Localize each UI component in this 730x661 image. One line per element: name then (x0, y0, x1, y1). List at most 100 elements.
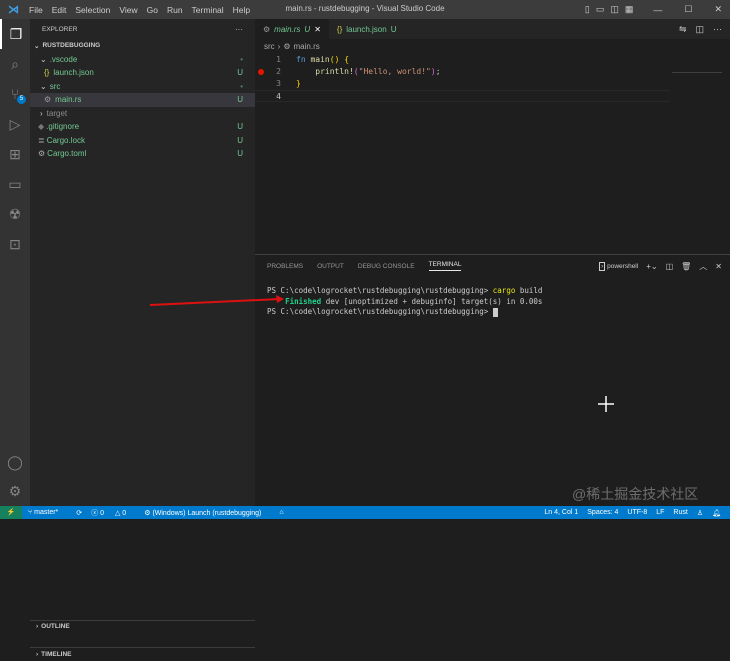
split-terminal-icon[interactable]: ◫ (666, 262, 674, 271)
remote-icon[interactable]: ⚡ (0, 506, 22, 519)
workspace-root[interactable]: ⌄ RUSTDEBUGGING (30, 39, 255, 53)
menu-run[interactable]: Run (167, 5, 183, 15)
new-terminal-icon[interactable]: +⌄ (646, 262, 657, 271)
problems-indicator[interactable]: ⓧ 0 △ 0 (91, 508, 135, 518)
menu-edit[interactable]: Edit (52, 5, 67, 15)
code-text: } (296, 79, 301, 88)
breadcrumb-src[interactable]: src (264, 42, 275, 51)
remote-explorer-icon[interactable]: ▭ (0, 169, 30, 199)
tab-output[interactable]: OUTPUT (317, 263, 344, 270)
extension-icon[interactable]: ☢ (0, 199, 30, 229)
close-tab-icon[interactable]: ✕ (314, 25, 321, 34)
tree-item-label: .gitignore (46, 122, 80, 132)
live-share-icon[interactable]: ⌂ (279, 509, 283, 516)
run-debug-icon[interactable]: ▷ (0, 109, 30, 139)
code-line: 1 fn main() { (255, 54, 730, 66)
minimap[interactable] (672, 72, 722, 76)
vscode-logo-icon: ⋊ (8, 4, 19, 16)
tree-item-label: .vscode (49, 54, 78, 64)
open-changes-icon[interactable]: ⇋ (679, 24, 687, 35)
settings-gear-icon[interactable]: ⚙ (0, 476, 30, 506)
kill-terminal-icon[interactable]: 🗑 (681, 262, 691, 271)
gear-file-icon: ⚙ (38, 149, 46, 159)
split-editor-icon[interactable]: ◫ (695, 24, 704, 35)
chevron-down-icon: ⌄ (34, 42, 40, 50)
explorer-title: EXPLORER (42, 25, 78, 33)
json-icon: {} (44, 68, 50, 78)
json-icon: {} (336, 24, 343, 34)
close-panel-icon[interactable]: ✕ (715, 262, 722, 271)
branch-indicator[interactable]: ⑂ master* (28, 509, 67, 516)
menu-go[interactable]: Go (147, 5, 158, 15)
terminal-icon[interactable]: ⊡ (0, 229, 30, 259)
rust-file-icon: ⚙ (283, 41, 291, 51)
tree-item-gitignore[interactable]: ◆ .gitignore U (30, 120, 255, 134)
tab-problems[interactable]: PROBLEMS (267, 263, 303, 270)
extensions-icon[interactable]: ⊞ (0, 139, 30, 169)
scm-badge: 5 (17, 95, 26, 104)
menu-help[interactable]: Help (233, 5, 250, 15)
menu-file[interactable]: File (29, 5, 43, 15)
code-line: 3} (255, 78, 730, 90)
encoding[interactable]: UTF-8 (627, 509, 647, 517)
customize-layout-icon[interactable]: ▦ (625, 4, 634, 15)
error-count: 0 (100, 509, 105, 517)
menu-view[interactable]: View (119, 5, 137, 15)
terminal[interactable]: PS C:\code\logrocket\rustdebugging\rustd… (255, 277, 730, 318)
search-icon[interactable]: ⌕ (0, 49, 30, 79)
terminal-shell-selector[interactable]: › powershell (599, 261, 638, 271)
maximize-panel-icon[interactable]: ︿ (699, 261, 707, 272)
rust-file-icon: ⚙ (44, 95, 52, 105)
account-icon[interactable]: ◯ (0, 447, 30, 477)
status-dot: • (240, 81, 243, 91)
tab-terminal[interactable]: TERMINAL (428, 261, 462, 271)
menu-selection[interactable]: Selection (75, 5, 110, 15)
line-number: 4 (276, 92, 281, 101)
maximize-button[interactable]: ☐ (684, 4, 692, 15)
code-line: 2 println!("Hello, world!"); (255, 66, 730, 78)
tree-item-target[interactable]: › target (30, 107, 255, 121)
tab-debug-console[interactable]: DEBUG CONSOLE (358, 263, 415, 270)
status-badge: U (237, 135, 243, 145)
sync-icon[interactable]: ⟳ (76, 509, 82, 517)
toggle-sidebar-icon[interactable]: ▯ (585, 4, 590, 15)
status-bar: ⚡ ⑂ master* ⟳ ⓧ 0 △ 0 ⚙ (Windows) Launch… (0, 506, 730, 519)
close-button[interactable]: ✕ (714, 4, 722, 15)
more-actions-icon[interactable]: ··· (235, 25, 243, 34)
toggle-panel-icon[interactable]: ▭ (596, 4, 605, 15)
end-of-line[interactable]: LF (656, 509, 664, 517)
tree-item-src[interactable]: ⌄ src • (30, 80, 255, 94)
code-editor[interactable]: 1 fn main() { 2 println!("Hello, world!")… (255, 53, 730, 102)
outline-section[interactable]: › OUTLINE (30, 619, 255, 634)
source-control-icon[interactable]: ⑂ 5 (0, 79, 30, 109)
tree-item-cargo-lock[interactable]: ≣ Cargo.lock U (30, 134, 255, 148)
feedback-icon[interactable]: ♙ (697, 509, 703, 517)
status-badge: U (237, 149, 243, 159)
tree-item-cargo-toml[interactable]: ⚙ Cargo.toml U (30, 147, 255, 161)
language-mode[interactable]: Rust (673, 509, 687, 517)
toggle-secondary-sidebar-icon[interactable]: ◫ (610, 4, 619, 15)
more-actions-icon[interactable]: ··· (713, 24, 722, 34)
tree-item-vscode[interactable]: ⌄ .vscode • (30, 53, 255, 67)
breakpoint-icon[interactable] (258, 69, 264, 75)
tab-main-rs[interactable]: ⚙ main.rs U ✕ (255, 19, 329, 39)
tree-item-label: main.rs (55, 95, 82, 105)
tab-launch-json[interactable]: {} launch.json U (329, 19, 405, 39)
notifications-bell-icon[interactable]: 🔔︎ (712, 509, 721, 517)
minimize-button[interactable]: — (653, 5, 662, 15)
code-line: 4 (255, 90, 670, 102)
menu-terminal[interactable]: Terminal (192, 5, 224, 15)
tree-item-main-rs[interactable]: ⚙ main.rs U (30, 93, 255, 107)
debug-launch-button[interactable]: ⚙ (Windows) Launch (rustdebugging) (144, 509, 270, 517)
tree-item-launch-json[interactable]: {} launch.json U (30, 66, 255, 80)
root-label: RUSTDEBUGGING (42, 42, 101, 50)
explorer-icon[interactable]: ❐ (0, 19, 30, 49)
breadcrumb-main-rs[interactable]: main.rs (294, 42, 320, 51)
status-dot: • (240, 54, 243, 64)
indentation[interactable]: Spaces: 4 (587, 509, 618, 517)
cursor-position[interactable]: Ln 4, Col 1 (544, 509, 578, 517)
watermark: @稀土掘金技术社区 (572, 486, 699, 502)
finished-label: Finished (285, 296, 322, 306)
tree-item-label: Cargo.lock (46, 135, 85, 145)
timeline-section[interactable]: › TIMELINE (30, 647, 255, 661)
